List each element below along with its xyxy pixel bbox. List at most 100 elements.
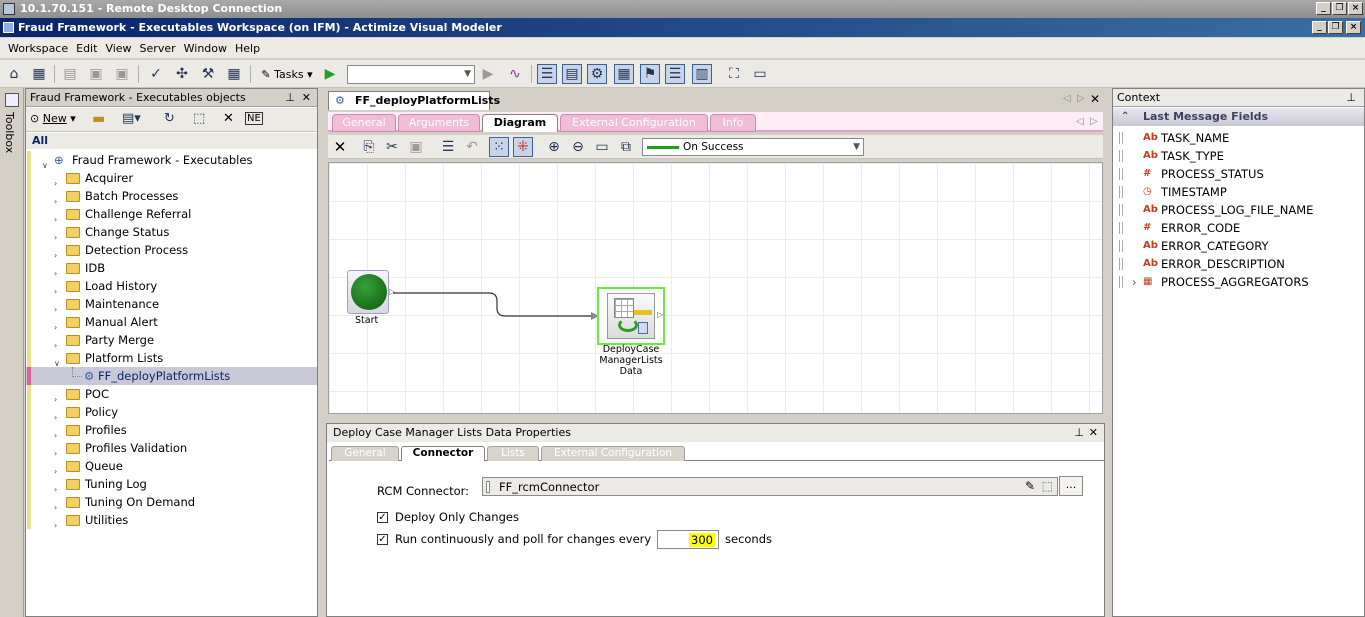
paste-icon[interactable]: ▣	[406, 137, 426, 157]
app-restore-button[interactable]: ❐	[1328, 21, 1343, 34]
context-pin-icon[interactable]: ⊥	[1346, 89, 1356, 107]
view-options-icon[interactable]: ▤▾	[122, 111, 141, 126]
subtab-next-icon[interactable]: ▷	[1090, 116, 1098, 127]
form-view-icon[interactable]: ▤	[562, 64, 582, 84]
connector-line[interactable]	[393, 292, 597, 317]
menu-view[interactable]: View	[101, 42, 135, 55]
tree-item[interactable]: › Policy	[26, 403, 317, 422]
tools-icon[interactable]: ⚒	[198, 64, 218, 84]
column-view-icon[interactable]: ▥	[692, 64, 712, 84]
run-icon[interactable]: ▶	[320, 64, 340, 84]
tree-item[interactable]: › Party Merge	[26, 331, 317, 350]
window-icon[interactable]: ▭	[750, 64, 770, 84]
ptab-general[interactable]: General	[331, 446, 399, 461]
deploy-node[interactable]	[597, 287, 665, 345]
rcm-connector-field[interactable]: FF_rcmConnector ✎ ⬚	[482, 477, 1058, 496]
props-pin-icon[interactable]: ⊥	[1074, 424, 1084, 442]
menu-server[interactable]: Server	[136, 42, 180, 55]
next-arrow-icon[interactable]: ▷	[1077, 93, 1085, 104]
rdp-close-button[interactable]: ×	[1348, 2, 1363, 15]
doc-close-icon[interactable]: ✕	[1090, 92, 1100, 106]
tree-item[interactable]: › Queue	[26, 457, 317, 476]
grid-icon[interactable]: ⁙	[489, 137, 509, 157]
export-icon[interactable]: ⧉	[616, 137, 636, 157]
context-field[interactable]: # ERROR_CODE	[1113, 219, 1364, 237]
context-field[interactable]: Ab TASK_NAME	[1113, 129, 1364, 147]
tree-item[interactable]: › Batch Processes	[26, 187, 317, 206]
refresh-icon[interactable]: ↻	[164, 111, 175, 126]
all-filter[interactable]: All	[26, 133, 317, 149]
tab-general[interactable]: General	[332, 114, 396, 132]
menu-workspace[interactable]: Workspace	[4, 42, 72, 55]
expand-chevron-icon[interactable]: ›	[1132, 273, 1137, 291]
tree-item[interactable]: › Detection Process	[26, 241, 317, 260]
tree-item[interactable]: ∨ Platform Lists	[26, 349, 317, 368]
context-field[interactable]: Ab ERROR_CATEGORY	[1113, 237, 1364, 255]
deploy-icon[interactable]: ▦	[29, 64, 49, 84]
tree-item[interactable]: › POC	[26, 385, 317, 404]
tree-item[interactable]: › Profiles	[26, 421, 317, 440]
tree-item[interactable]: › IDB	[26, 259, 317, 278]
context-field[interactable]: › ▦ PROCESS_AGGREGATORS	[1113, 273, 1364, 291]
prev-arrow-icon[interactable]: ◁	[1063, 93, 1071, 104]
fullscreen-icon[interactable]: ⛶	[724, 64, 744, 84]
align-icon[interactable]: ☰	[438, 137, 458, 157]
settings-view-icon[interactable]: ⚙	[587, 64, 607, 84]
print-icon[interactable]: ▤	[60, 64, 80, 84]
save-icon[interactable]: ▣	[86, 64, 106, 84]
diagram-delete-icon[interactable]: ✕	[330, 137, 350, 157]
new-folder-icon[interactable]: ▬	[92, 111, 105, 127]
pin-icon[interactable]: ⊥	[285, 89, 295, 107]
doc-tab-deploy[interactable]: ⚙ FF_deployPlatformLists	[328, 91, 500, 110]
tree-item[interactable]: › Manual Alert	[26, 313, 317, 332]
context-field[interactable]: ◷ TIMESTAMP	[1113, 183, 1364, 201]
app-minimize-button[interactable]: _	[1312, 21, 1327, 34]
tree-item[interactable]: ⚙ FF_deployPlatformLists	[26, 367, 317, 385]
net-icon[interactable]: NE	[245, 112, 263, 125]
collapse-icon[interactable]: ⌃	[1121, 108, 1129, 126]
tab-external-configuration[interactable]: External Configuration	[560, 114, 708, 132]
home-icon[interactable]: ⌂	[4, 64, 24, 84]
menu-help[interactable]: Help	[231, 42, 264, 55]
tree-item[interactable]: › Profiles Validation	[26, 439, 317, 458]
poll-interval-input[interactable]: 300	[657, 530, 719, 549]
menu-window[interactable]: Window	[180, 42, 231, 55]
rdp-restore-button[interactable]: ❐	[1332, 2, 1347, 15]
tree-item[interactable]: › Acquirer	[26, 169, 317, 188]
tab-info[interactable]: Info	[710, 114, 756, 132]
monitor-icon[interactable]: ∿	[505, 64, 525, 84]
network-icon[interactable]: ✣	[172, 64, 192, 84]
tree-item[interactable]: › Tuning On Demand	[26, 493, 317, 512]
zoom-in-icon[interactable]: ⊕	[544, 137, 564, 157]
tree-root[interactable]: ∨ ⊕ Fraud Framework - Executables	[26, 151, 317, 170]
context-field[interactable]: # PROCESS_STATUS	[1113, 165, 1364, 183]
zoom-out-icon[interactable]: ⊖	[568, 137, 588, 157]
fit-icon[interactable]: ▭	[592, 137, 612, 157]
run-continuously-checkbox[interactable]: ✓	[377, 534, 388, 545]
expand-chevron-icon[interactable]: ›	[54, 517, 57, 535]
copy-icon[interactable]: ⎘	[359, 137, 379, 157]
cube-icon[interactable]: ⬚	[193, 111, 205, 126]
tree-item[interactable]: › Challenge Referral	[26, 205, 317, 224]
new-button[interactable]: ⊙ New ▾	[30, 112, 76, 125]
deploy-only-checkbox[interactable]: ✓	[377, 512, 388, 523]
context-field[interactable]: Ab PROCESS_LOG_FILE_NAME	[1113, 201, 1364, 219]
snap-icon[interactable]: ⁜	[513, 137, 533, 157]
flag-view-icon[interactable]: ⚑	[640, 64, 660, 84]
diagram-canvas[interactable]: ▷ Start ▷ DeployCase ManagerLists Data	[328, 162, 1103, 414]
tasks-button[interactable]: ✎ Tasks ▾	[258, 64, 316, 84]
close-icon[interactable]: ✕	[302, 89, 311, 107]
context-field[interactable]: Ab TASK_TYPE	[1113, 147, 1364, 165]
tree-item[interactable]: › Load History	[26, 277, 317, 296]
undo-icon[interactable]: ↶	[462, 137, 482, 157]
subtab-prev-icon[interactable]: ◁	[1076, 116, 1084, 127]
connector-type-select[interactable]: On Success ▼	[642, 138, 864, 156]
validate-icon[interactable]: ✓	[146, 64, 166, 84]
ptab-lists[interactable]: Lists	[487, 446, 539, 461]
rows-view-icon[interactable]: ☰	[665, 64, 685, 84]
tab-arguments[interactable]: Arguments	[398, 114, 480, 132]
tree-item[interactable]: › Change Status	[26, 223, 317, 242]
context-field[interactable]: Ab ERROR_DESCRIPTION	[1113, 255, 1364, 273]
calculator-icon[interactable]: ▦	[224, 64, 244, 84]
browse-button[interactable]: ...	[1059, 476, 1083, 496]
